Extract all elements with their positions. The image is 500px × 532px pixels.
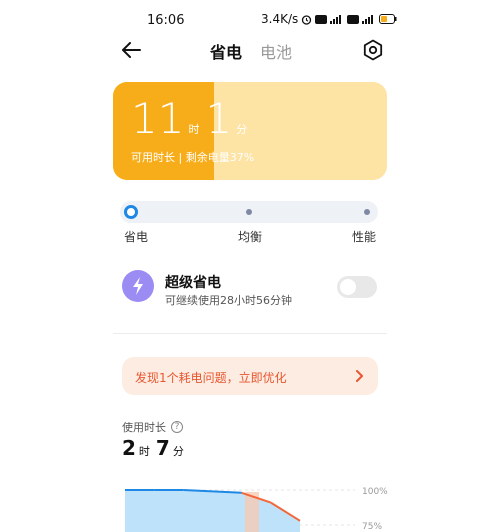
- help-icon[interactable]: ?: [171, 421, 183, 433]
- slider-dot-performance[interactable]: [364, 209, 370, 215]
- gear-icon[interactable]: [362, 39, 384, 61]
- series-line-segment: [183, 489, 213, 493]
- toggle-knob: [340, 279, 356, 295]
- usage-label-row: 使用时长 ?: [122, 419, 183, 435]
- usage-hours-unit: 时: [138, 445, 150, 458]
- ultra-power-saving-row: 超级省电 可继续使用28小时56分钟: [120, 268, 380, 312]
- divider: [113, 333, 387, 334]
- hd-icon-2: [347, 14, 360, 24]
- usage-time: 2 时 7 分: [122, 436, 190, 460]
- usage-minutes-unit: 分: [172, 445, 184, 458]
- mode-label-performance[interactable]: 性能: [352, 228, 376, 245]
- ultra-power-saving-toggle[interactable]: [337, 276, 377, 298]
- remaining-time: 11 时 1 分: [131, 98, 253, 140]
- slider-dot-balanced[interactable]: [246, 209, 252, 215]
- slider-knob[interactable]: [124, 205, 138, 219]
- series-line-segment: [212, 490, 242, 494]
- lightning-icon: [122, 270, 154, 302]
- chevron-right-icon: [356, 370, 363, 382]
- status-indicators: 3.4K/s: [261, 12, 397, 26]
- signal-icon-2: [362, 15, 374, 24]
- ultra-power-saving-subtitle: 可继续使用28小时56分钟: [165, 294, 292, 307]
- status-time: 16:06: [147, 13, 185, 28]
- hd-icon: [315, 14, 328, 24]
- power-issue-banner[interactable]: 发现1个耗电问题，立即优化: [122, 357, 378, 395]
- battery-icon: [379, 14, 397, 24]
- usage-minutes: 7: [155, 436, 170, 460]
- battery-card[interactable]: 11 时 1 分 可用时长 | 剩余电量37%: [113, 82, 387, 180]
- remaining-hours: 11: [131, 94, 185, 143]
- back-arrow-icon[interactable]: [120, 40, 142, 60]
- header: 省电 电池: [0, 36, 500, 66]
- performance-mode-slider[interactable]: [120, 201, 378, 223]
- tab-power-saving[interactable]: 省电: [210, 39, 242, 63]
- tab-battery[interactable]: 电池: [260, 39, 292, 63]
- battery-level-chart: 100% 75%: [125, 487, 388, 532]
- signal-icon: [330, 15, 342, 24]
- mode-label-balanced[interactable]: 均衡: [238, 228, 262, 245]
- y-tick-75: 75%: [362, 522, 382, 532]
- status-bar: 16:06 3.4K/s: [0, 0, 500, 40]
- alarm-icon: [302, 14, 312, 25]
- mode-label-power-saving[interactable]: 省电: [124, 228, 148, 245]
- power-issue-text: 发现1个耗电问题，立即优化: [135, 371, 287, 385]
- ultra-power-saving-title: 超级省电: [165, 275, 221, 291]
- chart-marks: [125, 489, 301, 532]
- hours-unit: 时: [188, 123, 200, 136]
- network-speed: 3.4K/s: [261, 12, 299, 26]
- usage-hours: 2: [122, 436, 136, 460]
- chart-area: [125, 490, 300, 532]
- usage-label: 使用时长: [122, 421, 166, 434]
- y-tick-100: 100%: [362, 487, 388, 497]
- minutes-unit: 分: [236, 123, 248, 136]
- battery-subtitle: 可用时长 | 剩余电量37%: [131, 151, 255, 164]
- remaining-minutes: 1: [205, 94, 233, 143]
